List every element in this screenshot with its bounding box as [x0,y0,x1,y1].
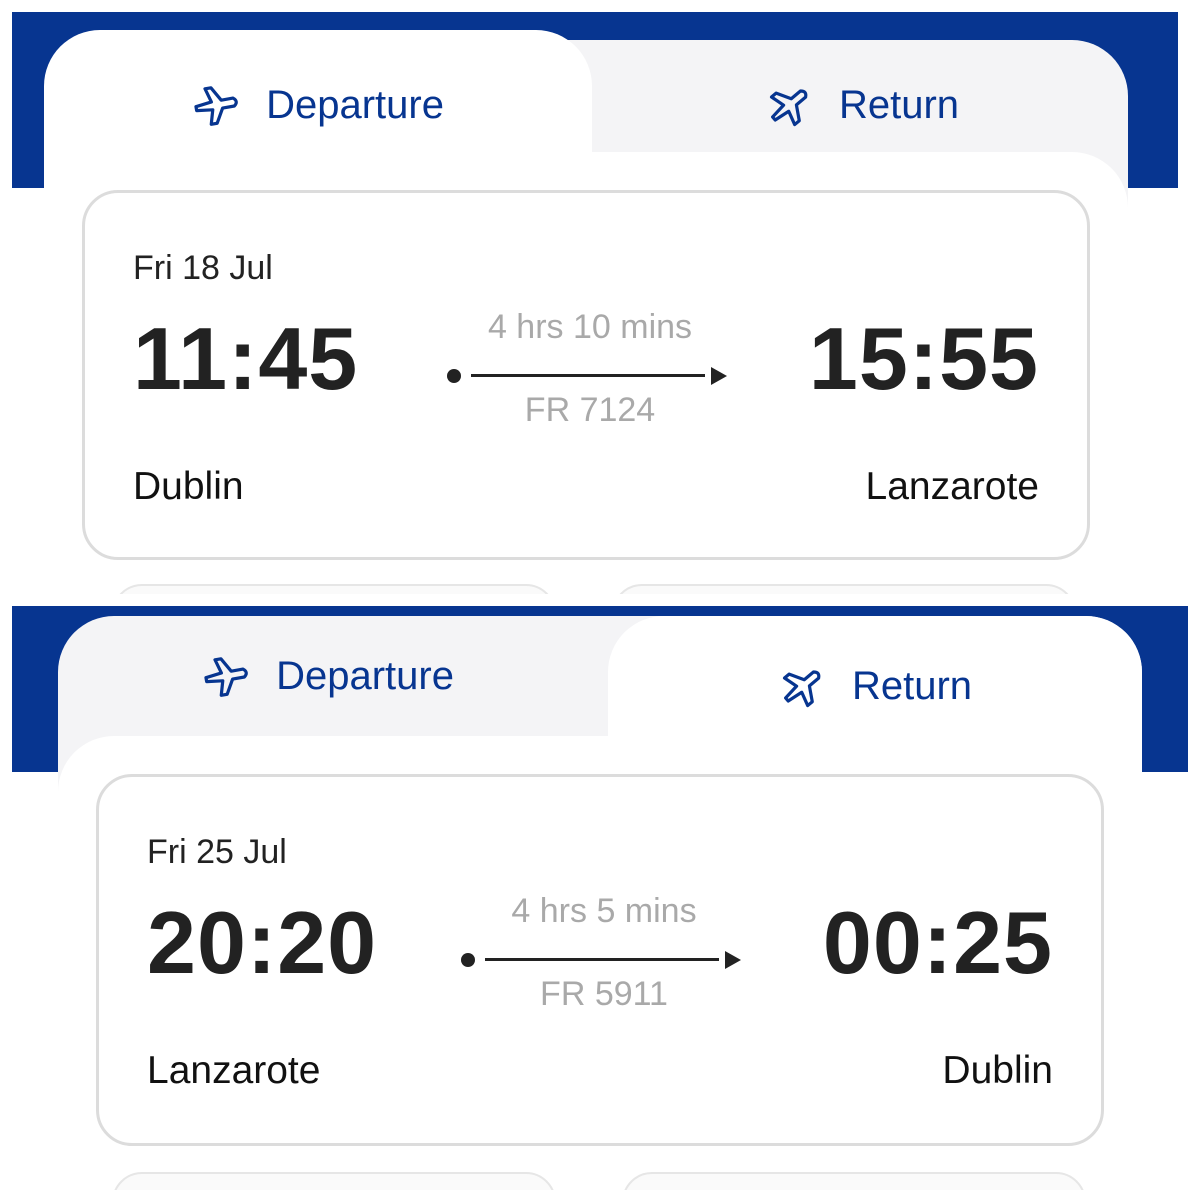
tab-return[interactable]: Return [608,616,1142,756]
plane-icon [192,80,242,130]
route-origin-dot [447,369,461,383]
tab-return-label: Return [851,663,973,708]
flight-date: Fri 25 Jul [147,833,287,871]
next-card-peek [612,584,1076,594]
route-line [471,374,705,377]
flight-card[interactable]: Fri 25 Jul 20:20 4 hrs 5 mins FR 5911 00… [96,774,1104,1146]
arrival-time: 00:25 [822,893,1053,992]
tab-departure-label: Departure [276,653,454,698]
route-origin-dot [461,953,475,967]
tab-departure[interactable]: Departure [58,616,598,736]
route-arrow-icon [725,951,741,969]
route-line [485,958,719,961]
flight-date: Fri 18 Jul [133,249,273,287]
next-card-peek [112,1172,556,1190]
tab-departure-label: Departure [266,82,444,127]
flight-card[interactable]: Fri 18 Jul 11:45 4 hrs 10 mins FR 7124 1… [82,190,1090,560]
route-arrow-icon [711,367,727,385]
departure-screenshot-panel: Departure Return Fri 18 Jul 11:45 4 hrs … [12,12,1178,594]
return-screenshot-panel: Departure Return Fri 25 Jul 20:20 4 hrs … [12,606,1188,1190]
next-card-peek [622,1172,1086,1190]
arrival-time: 15:55 [808,309,1039,408]
tab-return-label: Return [838,82,960,127]
departure-time: 11:45 [133,309,359,408]
flight-duration: 4 hrs 10 mins [487,308,693,346]
plane-icon [765,80,815,130]
departure-time: 20:20 [147,893,378,992]
flight-number: FR 5911 [540,975,668,1013]
next-card-peek [112,584,556,594]
flight-duration: 4 hrs 5 mins [511,892,697,930]
plane-icon [778,661,828,711]
destination-city: Lanzarote [865,465,1039,508]
origin-city: Dublin [133,465,244,508]
origin-city: Lanzarote [147,1049,321,1092]
plane-icon [202,651,252,701]
flight-number: FR 7124 [524,391,656,429]
destination-city: Dublin [942,1049,1053,1092]
